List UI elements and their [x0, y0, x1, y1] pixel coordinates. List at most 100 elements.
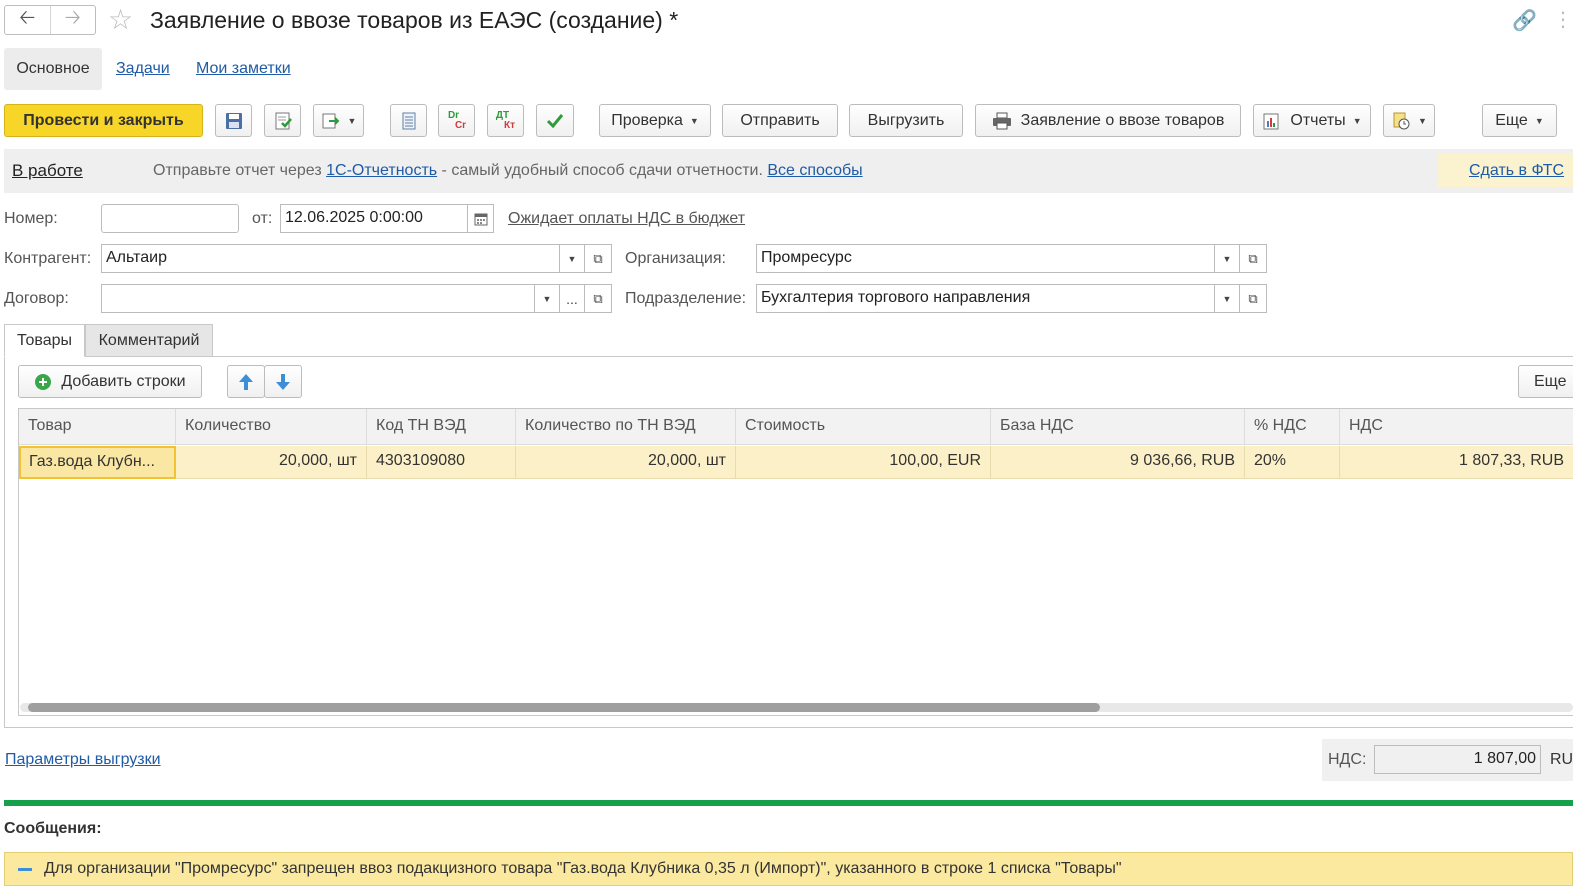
vat-status-link[interactable]: Ожидает оплаты НДС в бюджет [508, 210, 745, 228]
check-button[interactable]: Проверка ▼ [599, 104, 711, 137]
division-open[interactable]: ⧉ [1239, 284, 1267, 313]
post-button[interactable] [264, 104, 301, 137]
table-cell[interactable]: 9 036,66, RUB [991, 446, 1245, 479]
subtab-notes[interactable]: Мои заметки [196, 60, 291, 78]
document-journal-button[interactable] [390, 104, 427, 137]
save-icon [225, 112, 242, 129]
subtab-tasks[interactable]: Задачи [116, 60, 170, 78]
arrow-left-icon: 🡠 [19, 7, 36, 29]
organization-field[interactable]: Промресурс [756, 244, 1215, 273]
message-text: Для организации "Промресурс" запрещен вв… [44, 860, 1122, 877]
checkmark-button[interactable] [536, 104, 574, 137]
table-cell[interactable]: 100,00, EUR [736, 446, 991, 479]
counterparty-field[interactable]: Альтаир [101, 244, 560, 273]
checkmark-icon [546, 113, 564, 128]
create-based-on-button[interactable]: ▼ [313, 104, 364, 137]
organization-open[interactable]: ⧉ [1239, 244, 1267, 273]
arrow-up-icon [239, 373, 253, 390]
export-button[interactable]: Выгрузить [849, 104, 963, 137]
chevron-down-icon: ▼ [347, 115, 357, 126]
chevron-down-icon: ▼ [1534, 115, 1544, 126]
move-down-button[interactable] [264, 365, 302, 398]
more-menu-icon[interactable]: ⋮ [1553, 6, 1573, 34]
messages-title: Сообщения: [4, 820, 102, 837]
tab-goods[interactable]: Товары [4, 324, 85, 357]
more-label: Еще [1495, 111, 1528, 129]
move-up-button[interactable] [227, 365, 265, 398]
table-cell[interactable]: 20% [1245, 446, 1340, 479]
division-dropdown[interactable]: ▼ [1214, 284, 1240, 313]
dt-kt-icon: ДТ [495, 109, 510, 121]
column-header[interactable]: Код ТН ВЭД [367, 409, 516, 445]
chevron-down-icon: ▼ [1222, 253, 1232, 264]
post-and-close-button[interactable]: Провести и закрыть [4, 104, 203, 137]
column-header[interactable]: Стоимость [736, 409, 991, 445]
table-cell[interactable]: 20,000, шт [516, 446, 736, 479]
check-label: Проверка [611, 111, 683, 129]
horizontal-scrollbar-thumb[interactable] [28, 703, 1100, 712]
counterparty-label: Контрагент: [4, 250, 92, 267]
contract-select-button[interactable]: ... [559, 284, 585, 313]
chevron-down-icon: ▼ [567, 253, 577, 264]
column-header[interactable]: Товар [19, 409, 176, 445]
dr-cr-button[interactable]: Dr Cr [438, 104, 475, 137]
calendar-button[interactable] [467, 204, 494, 233]
organization-dropdown[interactable]: ▼ [1214, 244, 1240, 273]
column-header[interactable]: НДС [1340, 409, 1573, 445]
table-cell[interactable]: 4303109080 [367, 446, 516, 479]
goods-more-button[interactable]: Еще [1518, 365, 1573, 398]
counterparty-dropdown[interactable]: ▼ [559, 244, 585, 273]
goods-table: Товар Количество Код ТН ВЭД Количество по Т… [18, 408, 1573, 716]
print-statement-button[interactable]: Заявление о ввозе товаров [975, 104, 1241, 137]
counterparty-open[interactable]: ⧉ [584, 244, 612, 273]
column-header[interactable]: Количество по ТН ВЭД [516, 409, 736, 445]
nds-total-label: НДС: [1328, 751, 1367, 768]
info-text-after: - самый удобный способ сдачи отчетности. [437, 162, 768, 179]
post-document-icon [275, 112, 292, 129]
nds-currency: RU [1550, 751, 1573, 768]
favorite-star-icon[interactable]: ☆ [108, 3, 133, 37]
add-rows-button[interactable]: Добавить строки [18, 365, 202, 398]
all-ways-link[interactable]: Все способы [767, 162, 862, 179]
dr-cr-icon: Dr [447, 109, 460, 121]
add-circle-icon [35, 373, 52, 390]
open-window-icon: ⧉ [1248, 290, 1258, 306]
contract-open[interactable]: ⧉ [584, 284, 612, 313]
table-cell[interactable]: Газ.вода Клубн... [19, 446, 176, 479]
window-title: Заявление о ввозе товаров из ЕАЭС (созда… [150, 7, 679, 33]
contract-dropdown[interactable]: ▼ [534, 284, 560, 313]
status-link[interactable]: В работе [12, 161, 83, 181]
calendar-icon [474, 213, 487, 225]
contract-field[interactable] [101, 284, 535, 313]
dt-kt-button[interactable]: ДТ Кт [487, 104, 524, 137]
subtab-main[interactable]: Основное [4, 48, 102, 90]
ellipsis-icon: ... [566, 290, 578, 307]
export-params-link[interactable]: Параметры выгрузки [5, 751, 161, 769]
reports-icon [1263, 113, 1279, 129]
forward-button[interactable]: 🡢 [49, 6, 96, 34]
reports-button[interactable]: Отчеты ▼ [1253, 104, 1371, 137]
save-button[interactable] [215, 104, 252, 137]
column-header[interactable]: База НДС [991, 409, 1245, 445]
print-statement-label: Заявление о ввозе товаров [1020, 111, 1225, 129]
link-icon[interactable]: 🔗 [1512, 8, 1537, 33]
back-button[interactable]: 🡠 [5, 6, 50, 34]
division-field[interactable]: Бухгалтерия торгового направления [756, 284, 1215, 313]
column-header[interactable]: Количество [176, 409, 367, 445]
column-header[interactable]: % НДС [1245, 409, 1340, 445]
organization-label: Организация: [625, 250, 726, 267]
send-to-fts-link[interactable]: Сдать в ФТС [1469, 162, 1564, 180]
table-cell[interactable]: 1 807,33, RUB [1340, 446, 1573, 479]
messages-divider [4, 800, 1573, 806]
send-button[interactable]: Отправить [722, 104, 838, 137]
table-cell[interactable]: 20,000, шт [176, 446, 367, 479]
collapse-message-icon[interactable] [18, 868, 32, 871]
number-label: Номер: [4, 210, 58, 227]
date-field[interactable]: 12.06.2025 0:00:00 [280, 204, 468, 233]
more-button[interactable]: Еще ▼ [1482, 104, 1557, 137]
link-1c-reporting[interactable]: 1С-Отчетность [326, 162, 437, 179]
number-field[interactable] [101, 204, 239, 233]
tab-comment[interactable]: Комментарий [85, 324, 213, 357]
attachments-button[interactable]: ▼ [1383, 104, 1435, 137]
info-text-before: Отправьте отчет через [153, 162, 327, 179]
